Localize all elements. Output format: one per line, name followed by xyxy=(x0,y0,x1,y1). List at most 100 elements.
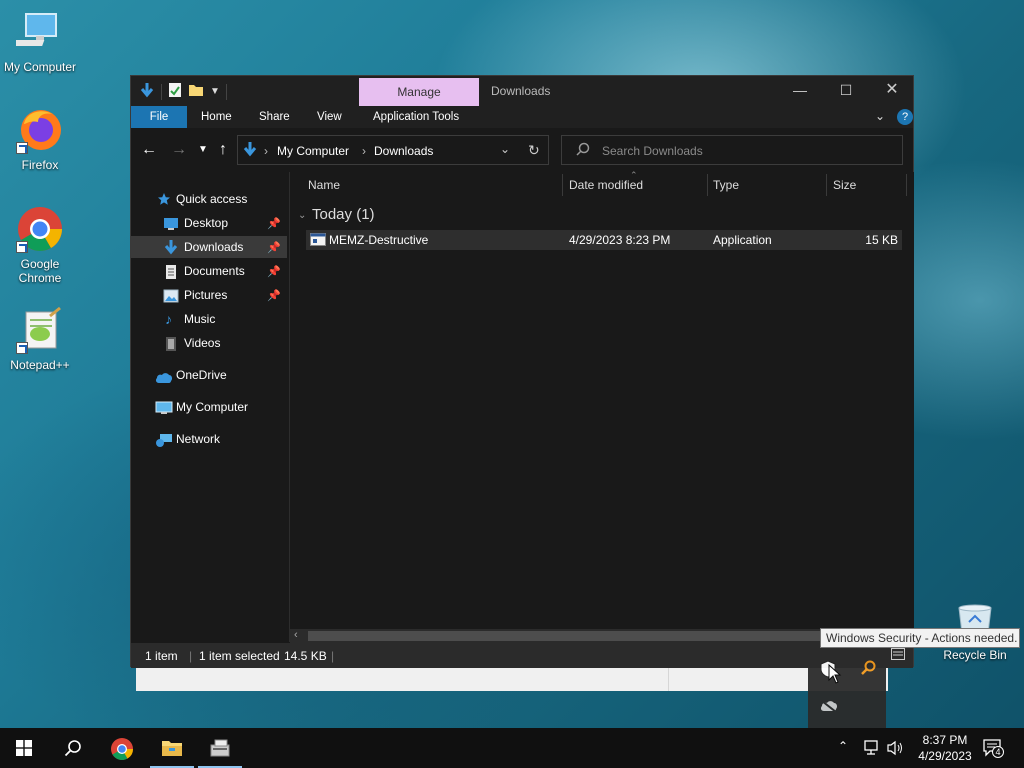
desktop-icon-firefox[interactable]: Firefox xyxy=(0,106,80,172)
network-status-icon[interactable] xyxy=(862,740,880,759)
scroll-left-icon[interactable]: ‹ xyxy=(294,629,298,641)
taskbar: ⌃ 8:37 PM 4/29/2023 4 xyxy=(0,728,1024,768)
forward-button[interactable]: → xyxy=(169,140,189,160)
minimize-button[interactable]: — xyxy=(777,76,823,106)
sidebar-item-onedrive[interactable]: OneDrive xyxy=(131,364,287,386)
volume-icon[interactable] xyxy=(886,740,904,759)
recent-locations-button[interactable]: ▼ xyxy=(193,140,213,160)
back-button[interactable]: ← xyxy=(139,140,159,160)
chrome-icon xyxy=(16,205,64,253)
taskbar-chrome-button[interactable] xyxy=(98,728,146,768)
file-date: 4/29/2023 8:23 PM xyxy=(569,233,671,247)
sidebar-item-network[interactable]: Network xyxy=(131,428,287,450)
window-title: Downloads xyxy=(491,84,551,98)
sidebar-item-desktop[interactable]: Desktop 📌 xyxy=(131,212,287,234)
column-header-name[interactable]: Name xyxy=(308,172,340,198)
desktop-icon-notepadpp[interactable]: Notepad++ xyxy=(0,306,80,372)
mouse-cursor-icon xyxy=(828,663,842,687)
tab-view[interactable]: View xyxy=(307,106,352,128)
status-selected: 1 item selected xyxy=(199,649,280,663)
sidebar-item-pictures[interactable]: Pictures 📌 xyxy=(131,284,287,306)
action-center-button[interactable]: 4 xyxy=(982,738,1004,761)
pin-icon[interactable]: 📌 xyxy=(267,237,281,259)
videos-folder-icon xyxy=(165,336,181,351)
taskbar-file-explorer-button[interactable] xyxy=(148,728,196,768)
system-clock[interactable]: 8:37 PM 4/29/2023 xyxy=(914,732,976,764)
taskbar-search-button[interactable] xyxy=(48,728,96,768)
sidebar-item-label: Documents xyxy=(184,264,245,278)
tab-file[interactable]: File xyxy=(131,106,187,128)
pin-icon[interactable]: 📌 xyxy=(267,285,281,307)
sidebar-item-label: Desktop xyxy=(184,216,229,230)
close-button[interactable]: ✕ xyxy=(869,76,915,106)
group-collapse-icon[interactable]: ⌄ xyxy=(298,210,306,221)
group-header-today[interactable]: Today (1) xyxy=(312,206,375,223)
table-row[interactable]: MEMZ-Destructive 4/29/2023 8:23 PM Appli… xyxy=(306,230,902,250)
tab-share[interactable]: Share xyxy=(249,106,300,128)
customize-qat-icon[interactable]: ▼ xyxy=(210,86,220,97)
help-icon[interactable]: ? xyxy=(897,109,913,125)
search-box[interactable]: Search Downloads xyxy=(561,135,903,165)
windows-security-tooltip: Windows Security - Actions needed. xyxy=(820,628,1020,648)
sidebar-item-label: Videos xyxy=(184,336,221,350)
column-header-type[interactable]: Type xyxy=(713,172,739,198)
chevron-down-icon[interactable]: ⌄ xyxy=(500,142,510,156)
file-list: Name ⌃ Date modified Type Size ⌄ Today (… xyxy=(290,170,914,642)
column-separator[interactable] xyxy=(562,174,563,196)
show-hidden-icons-button[interactable]: ⌃ xyxy=(838,739,848,753)
firefox-icon xyxy=(16,106,64,154)
breadcrumb-my-computer[interactable]: My Computer xyxy=(277,144,349,158)
desktop-icon-label: My Computer xyxy=(3,60,77,74)
desktop-icon-label: Notepad++ xyxy=(10,358,70,372)
file-type: Application xyxy=(713,233,772,247)
up-button[interactable]: ↑ xyxy=(213,140,233,160)
address-bar[interactable]: › My Computer › Downloads ⌄ ↻ xyxy=(237,135,549,165)
sidebar-item-label: OneDrive xyxy=(176,368,227,382)
sidebar-item-documents[interactable]: Documents 📌 xyxy=(131,260,287,282)
notification-count-badge: 4 xyxy=(992,746,1004,758)
file-size: 15 KB xyxy=(865,233,898,247)
properties-icon[interactable] xyxy=(168,82,182,101)
pictures-folder-icon xyxy=(163,288,179,303)
windows-logo-icon xyxy=(16,740,32,756)
sidebar-item-music[interactable]: ♪ Music xyxy=(131,308,287,330)
sidebar-item-quick-access[interactable]: Quick access xyxy=(131,188,287,210)
taskbar-app-button[interactable] xyxy=(196,728,244,768)
column-header-size[interactable]: Size xyxy=(833,172,856,198)
onedrive-offline-icon[interactable] xyxy=(820,700,838,715)
scrollbar-thumb[interactable] xyxy=(308,631,828,641)
desktop-icon-chrome[interactable]: Google Chrome xyxy=(0,205,80,285)
chrome-icon xyxy=(111,738,133,760)
desktop-icon-label: Recycle Bin xyxy=(943,648,1007,662)
sidebar-item-my-computer[interactable]: My Computer xyxy=(131,396,287,418)
column-separator[interactable] xyxy=(707,174,708,196)
details-view-icon[interactable] xyxy=(891,648,905,663)
music-folder-icon: ♪ xyxy=(165,311,172,327)
search-magnifier-icon[interactable] xyxy=(860,660,876,679)
sidebar-item-downloads[interactable]: Downloads 📌 xyxy=(131,236,287,258)
status-bar: 1 item | 1 item selected 14.5 KB | xyxy=(131,643,913,668)
sidebar-item-videos[interactable]: Videos xyxy=(131,332,287,354)
pin-icon[interactable]: 📌 xyxy=(267,261,281,283)
divider: | xyxy=(331,649,335,663)
column-separator[interactable] xyxy=(826,174,827,196)
desktop-icon-my-computer[interactable]: My Computer xyxy=(0,8,80,74)
status-item-count: 1 item xyxy=(145,649,178,663)
pin-icon[interactable]: 📌 xyxy=(267,213,281,235)
new-folder-icon[interactable] xyxy=(188,82,204,101)
tab-application-tools[interactable]: Application Tools xyxy=(363,106,469,128)
tab-home[interactable]: Home xyxy=(191,106,242,128)
clock-date: 4/29/2023 xyxy=(918,749,972,763)
shortcut-arrow-icon xyxy=(16,342,28,354)
chevron-down-icon[interactable]: ⌄ xyxy=(875,109,885,123)
column-header-date-modified[interactable]: Date modified xyxy=(569,172,643,198)
search-icon xyxy=(576,142,590,159)
breadcrumb-downloads[interactable]: Downloads xyxy=(374,144,433,158)
refresh-icon[interactable]: ↻ xyxy=(528,142,540,159)
quick-access-toolbar: ▼ xyxy=(139,82,227,101)
start-button[interactable] xyxy=(0,728,48,768)
column-separator[interactable] xyxy=(906,174,907,196)
tab-manage[interactable]: Manage xyxy=(359,78,479,106)
download-arrow-icon xyxy=(242,141,258,160)
maximize-button[interactable]: ☐ xyxy=(823,76,869,106)
